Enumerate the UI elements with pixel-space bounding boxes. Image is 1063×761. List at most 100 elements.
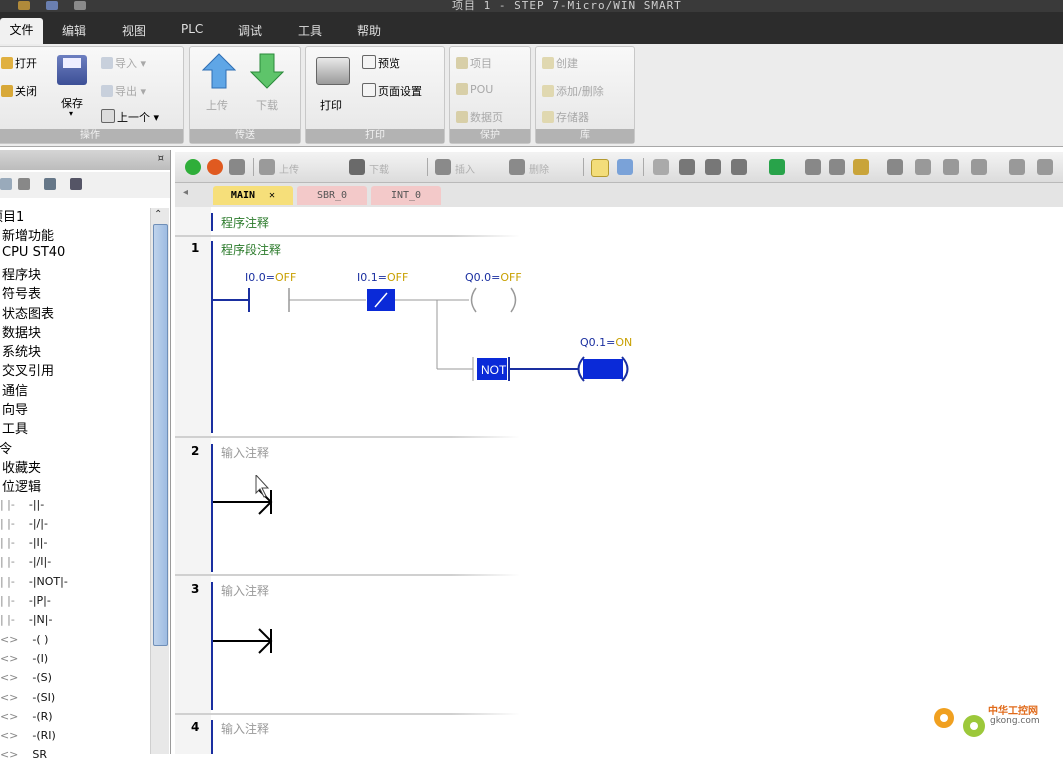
tab-sbr0[interactable]: SBR_0 [297,186,367,205]
menu-view[interactable]: 视图 [122,22,146,39]
save-icon[interactable] [46,1,58,10]
preview-button[interactable]: 预览 [362,55,400,71]
program-comment[interactable]: 程序注释 [221,214,269,231]
menu-debug[interactable]: 调试 [238,22,262,39]
upload-arrow-icon[interactable] [259,159,275,175]
instruction-item[interactable]: -| |- -|I|- [0,536,47,549]
tree-scrollbar-thumb[interactable] [153,224,168,646]
tree-item-9[interactable]: 通信 [2,380,28,399]
print-icon[interactable] [74,1,86,10]
mouse-cursor-icon [255,475,270,498]
scroll-up-icon[interactable]: ⌃ [154,209,162,220]
tool-icon[interactable] [829,159,845,175]
tool-icon[interactable] [679,159,695,175]
previous-button[interactable]: 上一个 ▾ [101,109,159,125]
program-status-icon[interactable] [591,159,609,177]
coil-icon[interactable] [1037,159,1053,175]
open-icon[interactable] [18,1,30,10]
tree-view-icon[interactable] [0,178,12,190]
instruction-item[interactable]: -<> -( ) [0,633,48,646]
insert-icon[interactable] [435,159,451,175]
tab-int0[interactable]: INT_0 [371,186,441,205]
network-comment[interactable]: 输入注释 [221,720,269,737]
network-comment[interactable]: 输入注释 [221,444,269,461]
tool-icon[interactable] [705,159,721,175]
tool-icon[interactable] [731,159,747,175]
page-setup-button[interactable]: 页面设置 [362,83,422,99]
instruction-item[interactable]: -| |- -|/|- [0,517,48,530]
tree-item-2[interactable]: CPU ST40 [2,245,65,260]
instruction-item[interactable]: -| |- -|NOT|- [0,575,68,588]
tree-instruction-group[interactable]: 收藏夹 [2,457,41,476]
line-icon[interactable] [887,159,903,175]
menu-plc[interactable]: PLC [181,22,203,36]
tree-pin-icon[interactable] [70,178,82,190]
open-button[interactable]: 打开 [1,55,37,71]
tree-item-10[interactable]: 向导 [2,399,28,418]
tree-list-icon[interactable] [18,178,30,190]
trend-icon[interactable] [617,159,633,175]
toolbar-insert[interactable]: 插入 [455,161,475,176]
tree-item-3[interactable]: 程序块 [2,264,41,283]
menu-file[interactable]: 文件 [0,18,43,44]
instruction-item[interactable]: -| |- -||- [0,498,44,511]
ladder-network-3[interactable] [211,627,291,657]
network-comment[interactable]: 输入注释 [221,582,269,599]
line-icon[interactable] [943,159,959,175]
instruction-item[interactable]: -| |- -|P|- [0,594,51,607]
instruction-item[interactable]: -| |- -|N|- [0,613,52,626]
close-button[interactable]: 关闭 [1,83,37,99]
instruction-item[interactable]: -| |- -|/I|- [0,555,51,568]
compile-icon[interactable] [229,159,245,175]
menu-tools[interactable]: 工具 [298,22,322,39]
tool-icon[interactable] [805,159,821,175]
tree-item-5[interactable]: 状态图表 [2,303,54,322]
coil-q01-energized[interactable] [583,359,623,379]
instruction-item[interactable]: -<> -(S) [0,671,52,684]
tree-instruction-group[interactable]: 位逻辑 [2,476,41,495]
line-icon[interactable] [971,159,987,175]
run-icon[interactable] [185,159,201,175]
instruction-icon: -| |- [0,516,15,530]
upload-button[interactable]: 上传 [206,97,228,113]
ladder-network-2[interactable] [211,475,291,535]
tree-item-6[interactable]: 数据块 [2,322,41,341]
tree-item-4[interactable]: 符号表 [2,283,41,302]
ladder-network-1[interactable]: NOT [211,283,651,383]
toolbar-download[interactable]: 下载 [369,161,389,176]
delete-icon[interactable] [509,159,525,175]
network-comment[interactable]: 程序段注释 [221,241,281,258]
download-button[interactable]: 下载 [256,97,278,113]
ladder-editor[interactable]: 程序注释 1 程序段注释 I0.0=OFF I0.1=OFF Q0.0=OFF … [175,207,1063,754]
toolbar-upload[interactable]: 上传 [279,161,299,176]
menu-edit[interactable]: 编辑 [62,22,86,39]
contact-icon[interactable] [1009,159,1025,175]
tree-root-project[interactable]: 项目1 [0,206,24,225]
download-arrow-icon[interactable] [349,159,365,175]
tree-table-icon[interactable] [44,178,56,190]
tab-scroll-left-icon[interactable]: ◂ [183,187,188,198]
tree-item-1[interactable]: 新增功能 [2,225,54,244]
instruction-item[interactable]: -<> -(I) [0,652,48,665]
close-icon[interactable]: ✕ [269,190,275,201]
instruction-item[interactable]: -<> -(RI) [0,729,56,742]
stop-icon[interactable] [207,159,223,175]
line-icon[interactable] [915,159,931,175]
tree-scrollbar[interactable]: ⌃ [150,208,169,754]
pin-icon[interactable]: ¤ [158,153,164,164]
tree-item-8[interactable]: 交叉引用 [2,360,54,379]
print-button[interactable]: 打印 [320,97,342,113]
tree-item-7[interactable]: 系统块 [2,341,41,360]
toolbar-delete[interactable]: 删除 [529,161,549,176]
tree-instructions-header[interactable]: 指令 [0,438,12,457]
instruction-item[interactable]: -<> -(R) [0,710,53,723]
tool-icon[interactable] [853,159,869,175]
tab-main[interactable]: MAIN ✕ [213,186,293,205]
save-dropdown-icon[interactable]: ▾ [69,109,73,118]
menu-help[interactable]: 帮助 [357,22,381,39]
instruction-item[interactable]: -<> SR [0,748,47,761]
instruction-item[interactable]: -<> -(SI) [0,691,55,704]
go-icon[interactable] [769,159,785,175]
tool-icon[interactable] [653,159,669,175]
tree-item-11[interactable]: 工具 [2,418,28,437]
